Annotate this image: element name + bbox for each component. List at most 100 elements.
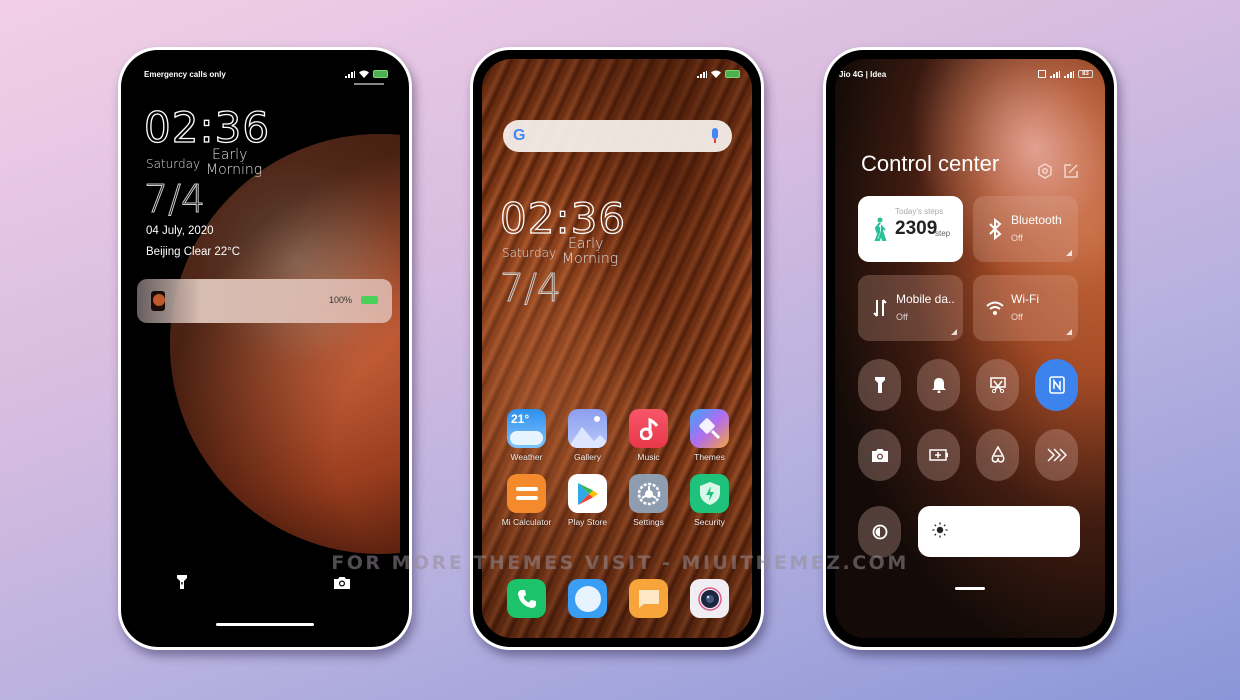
clock-period-1: Early [568,236,604,252]
signal-icon [1050,70,1060,78]
signal-icon [697,70,707,78]
google-search-bar[interactable]: G [503,120,732,152]
flashlight-toggle[interactable] [858,359,901,411]
microphone-icon[interactable] [712,128,718,143]
clock-time: 02:36 [499,193,627,243]
app-label: Settings [633,517,664,527]
wifi-icon [711,70,721,78]
tile-state: Off [1011,233,1023,243]
edit-icon[interactable] [1063,163,1079,179]
expand-corner-icon[interactable] [1066,250,1072,256]
signal-icon [345,70,355,78]
expand-corner-icon[interactable] [1066,329,1072,335]
screenshot-icon [989,377,1006,393]
battery-percent: 100% [328,295,352,305]
app-settings[interactable]: Settings [618,474,679,527]
clock-widget: 02:36 Saturday Early Morning 7/4 [143,102,271,221]
battery-charging-icon [373,70,388,78]
app-label: Mi Calculator [501,517,552,527]
google-logo-icon: G [513,127,526,144]
app-label: Security [694,517,725,527]
battery-charging-icon [725,70,740,78]
bluetooth-icon [989,217,1002,241]
app-label: Music [637,452,660,462]
status-bar: Emergency calls only [144,67,388,81]
themes-icon [690,409,729,448]
gallery-icon [568,409,607,448]
notification-thumbnail [151,291,165,311]
steps-tile[interactable]: Today's steps 2309 step [858,196,963,262]
phone-icon[interactable] [507,579,546,618]
app-play-store[interactable]: Play Store [557,474,618,527]
fast-forward-icon [1046,448,1067,462]
expand-corner-icon[interactable] [951,329,957,335]
app-security[interactable]: Security [679,474,740,527]
full-date: 04 July, 2020 [146,225,214,237]
nfc-icon [1038,70,1046,78]
app-mi-calculator[interactable]: Mi Calculator [496,474,557,527]
tile-title: Mobile da.. [896,292,955,306]
settings-icon [629,474,668,513]
calculator-icon [507,474,546,513]
app-weather[interactable]: 21° Weather [496,409,557,462]
clock-widget: 02:36 Saturday Early Morning 7/4 [499,193,627,310]
app-label: Weather [510,452,543,462]
battery-saver-toggle[interactable] [917,429,960,481]
camera-icon[interactable] [690,579,729,618]
home-indicator[interactable] [955,587,985,590]
lock-screen: Emergency calls only 02:36 Saturday Earl… [130,59,400,638]
battery-icon [361,296,378,304]
status-underline [354,83,384,85]
home-indicator[interactable] [216,623,314,626]
clock-day: Saturday [502,246,557,260]
battery-icon: 83 [1078,70,1093,78]
clock-time: 02:36 [143,102,271,152]
wifi-tile[interactable]: Wi-Fi Off [973,275,1078,341]
home-screen: G 02:36 Saturday Early Morning 7/4 21° W… [482,59,752,638]
camera-toggle[interactable] [858,429,901,481]
status-bar: Jio 4G | Idea 83 [839,67,1093,81]
airplane-toggle[interactable] [976,429,1019,481]
nfc-toggle[interactable] [1035,359,1078,411]
app-label: Themes [694,452,725,462]
control-center-title: Control center [861,151,1000,176]
cloud-shape [510,431,543,445]
phone-bezel: G 02:36 Saturday Early Morning 7/4 21° W… [473,50,761,647]
signal-icon [1064,70,1074,78]
app-gallery[interactable]: Gallery [557,409,618,462]
bluetooth-tile[interactable]: Bluetooth Off [973,196,1078,262]
carrier-text: Jio 4G | Idea [839,69,887,79]
messages-icon[interactable] [629,579,668,618]
weather-icon: 21° [507,409,546,448]
phone-lock-screen: Emergency calls only 02:36 Saturday Earl… [118,47,412,650]
fast-forward-toggle[interactable] [1035,429,1078,481]
camera-icon[interactable] [332,572,352,592]
bell-icon [931,378,946,393]
app-label: Play Store [567,517,608,527]
steps-unit: step [935,229,951,238]
bell-toggle[interactable] [917,359,960,411]
flashlight-icon[interactable] [172,572,192,592]
app-music[interactable]: Music [618,409,679,462]
clock-period-1: Early [212,147,248,163]
status-bar [496,67,740,81]
settings-icon[interactable] [1037,163,1053,179]
nfc-icon [1048,376,1065,394]
browser-icon[interactable] [568,579,607,618]
play-store-icon [568,474,607,513]
phone-bezel: Emergency calls only 02:36 Saturday Earl… [121,50,409,647]
mobile-data-tile[interactable]: Mobile da.. Off [858,275,963,341]
wifi-icon [359,70,369,78]
clock-day: Saturday [146,157,201,171]
airplane-icon [991,446,1004,463]
walking-icon [874,217,887,241]
mobile-data-icon [873,299,887,317]
sun-icon [932,522,948,538]
brightness-slider[interactable] [918,506,1080,557]
contrast-icon [872,524,887,540]
battery-notification[interactable]: 100% [137,279,392,323]
screenshot-toggle[interactable] [976,359,1019,411]
contrast-toggle[interactable] [858,506,901,558]
app-themes[interactable]: Themes [679,409,740,462]
clock-date-short: 7/4 [499,266,562,311]
